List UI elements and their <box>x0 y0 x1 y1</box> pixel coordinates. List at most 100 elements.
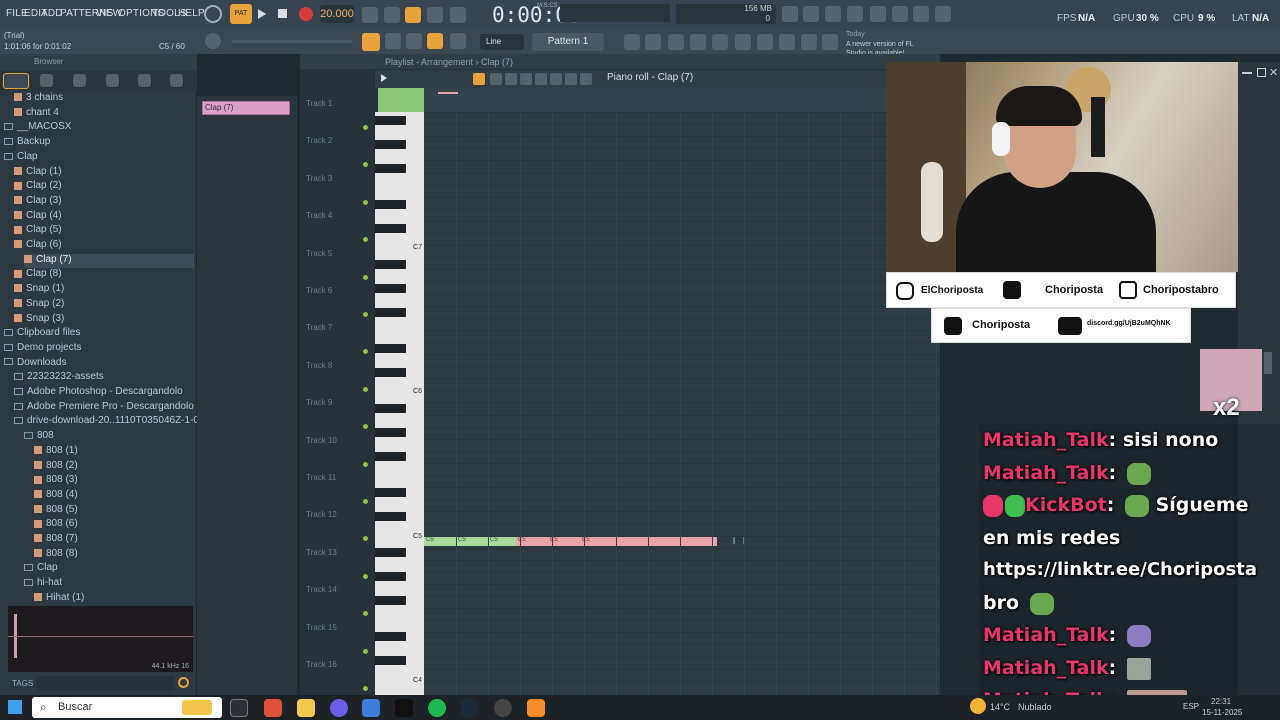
chat-link[interactable]: https://linktr.ee/Choriposta <box>983 559 1257 580</box>
browser-file[interactable]: 808 (1) <box>34 445 194 459</box>
browser-folder[interactable]: Clipboard files <box>4 327 194 341</box>
brave-icon[interactable] <box>264 699 282 717</box>
track-enable-led[interactable] <box>363 312 368 317</box>
cut-icon[interactable] <box>803 6 819 22</box>
browser-folder[interactable]: 22323232-assets <box>14 371 194 385</box>
wrench-icon[interactable] <box>801 34 817 50</box>
loop-record-icon[interactable] <box>450 7 466 23</box>
slice-tool-icon[interactable] <box>535 73 547 85</box>
pencil-icon[interactable] <box>406 33 422 49</box>
clock-date[interactable]: 15-11-2025 <box>1202 708 1242 717</box>
browser-file[interactable]: chant 4 <box>14 107 194 121</box>
browser-file[interactable]: 808 (8) <box>34 548 194 562</box>
select-tool-icon[interactable] <box>550 73 562 85</box>
main-volume-knob[interactable] <box>205 33 221 49</box>
track-enable-led[interactable] <box>363 648 368 654</box>
black-key[interactable] <box>375 452 406 461</box>
browser-folder[interactable]: 808 <box>24 430 194 444</box>
browser-folder[interactable]: Clap <box>24 562 194 576</box>
black-key[interactable] <box>375 164 406 173</box>
close-icon[interactable]: ✕ <box>1269 66 1278 79</box>
save-icon[interactable] <box>870 6 886 22</box>
black-key[interactable] <box>375 116 406 125</box>
obs-icon[interactable] <box>494 699 512 717</box>
stop-icon[interactable] <box>278 9 287 18</box>
channel-clap-7[interactable]: Clap (7) <box>202 101 290 115</box>
black-key[interactable] <box>375 284 406 293</box>
browser-file[interactable]: Clap (2) <box>14 180 194 194</box>
track-label[interactable]: Track 13 <box>306 548 337 557</box>
play-icon[interactable] <box>258 9 266 19</box>
clock-time[interactable]: 22:31 <box>1211 697 1231 706</box>
brush-icon[interactable] <box>779 34 795 50</box>
windows-start-icon[interactable] <box>8 700 22 714</box>
browser-file[interactable]: Snap (3) <box>14 313 194 327</box>
language-indicator[interactable]: ESP <box>1183 702 1199 711</box>
minimize-icon[interactable] <box>1242 72 1252 74</box>
midi-icon[interactable] <box>892 6 908 22</box>
track-label[interactable]: Track 16 <box>306 660 337 669</box>
pat-song-toggle[interactable]: PAT <box>230 4 252 24</box>
track-label[interactable]: Track 2 <box>306 136 332 145</box>
stamp-icon[interactable] <box>450 33 466 49</box>
track-label[interactable]: Track 4 <box>306 211 332 220</box>
mixer-icon[interactable] <box>668 34 684 50</box>
draw-tool-icon[interactable] <box>473 73 485 85</box>
track-label[interactable]: Track 5 <box>306 249 332 258</box>
pitch-slider[interactable] <box>232 40 352 43</box>
help-icon[interactable] <box>847 6 863 22</box>
track-enable-led[interactable] <box>363 573 368 579</box>
download-icon[interactable] <box>935 6 951 22</box>
tempo-display[interactable]: 20.000 <box>320 5 354 23</box>
browser-icon[interactable] <box>735 34 751 50</box>
browser-file[interactable]: Clap (4) <box>14 210 194 224</box>
track-label[interactable]: Track 3 <box>306 174 332 183</box>
track-label[interactable]: Track 15 <box>306 623 337 632</box>
piano-keyboard[interactable]: C7 C6 C5 C4 <box>375 112 424 695</box>
track-enable-led[interactable] <box>363 274 368 280</box>
browser-file[interactable]: Clap (8) <box>14 268 194 282</box>
track-label[interactable]: Track 11 <box>306 473 336 482</box>
picker-icon[interactable] <box>624 34 640 50</box>
cpu-knob-icon[interactable] <box>204 5 222 23</box>
browser-file[interactable]: 808 (4) <box>34 489 194 503</box>
tiktok-taskbar-icon[interactable] <box>395 699 413 717</box>
scrollbar-thumb[interactable] <box>1264 352 1272 374</box>
black-key[interactable] <box>375 368 406 377</box>
browser-file[interactable]: 808 (2) <box>34 460 194 474</box>
black-key[interactable] <box>375 428 406 437</box>
black-key[interactable] <box>375 200 406 209</box>
black-key[interactable] <box>375 632 406 641</box>
sounds-icon[interactable] <box>106 74 119 87</box>
delete-tool-icon[interactable] <box>505 73 517 85</box>
black-key[interactable] <box>375 572 406 581</box>
all-files-tab[interactable] <box>3 73 29 89</box>
black-key[interactable] <box>375 656 406 665</box>
track-label[interactable]: Track 14 <box>306 585 337 594</box>
steam-icon[interactable] <box>461 699 479 717</box>
track-label[interactable]: Track 12 <box>306 510 337 519</box>
black-key[interactable] <box>375 140 406 149</box>
browser-folder[interactable]: Downloads <box>4 357 194 371</box>
track-label[interactable]: Track 10 <box>306 436 337 445</box>
menu-help[interactable]: HELP <box>178 8 205 19</box>
browser-folder[interactable]: __MACOSX <box>4 121 194 135</box>
link-icon[interactable] <box>427 33 443 49</box>
refresh-icon[interactable] <box>782 6 798 22</box>
taskbar-search[interactable]: ⌕ Buscar <box>32 697 222 718</box>
browser-file[interactable]: 808 (5) <box>34 504 194 518</box>
track-enable-led[interactable] <box>363 199 368 205</box>
browser-file[interactable]: Clap (3) <box>14 195 194 209</box>
track-label[interactable]: Track 9 <box>306 398 332 407</box>
star-icon[interactable] <box>170 74 183 87</box>
track-label[interactable]: Track 7 <box>306 323 332 332</box>
note-grid[interactable]: C5 C5 C5 C5 C5 C5 <box>424 112 940 695</box>
news-icon[interactable] <box>822 34 838 50</box>
metronome-icon[interactable] <box>362 7 378 23</box>
plugin-database-icon[interactable] <box>73 74 86 87</box>
black-key[interactable] <box>375 308 406 317</box>
zoom-tool-icon[interactable] <box>565 73 577 85</box>
black-key[interactable] <box>375 548 406 557</box>
blend-icon[interactable] <box>427 7 443 23</box>
chat-icon[interactable] <box>913 6 929 22</box>
